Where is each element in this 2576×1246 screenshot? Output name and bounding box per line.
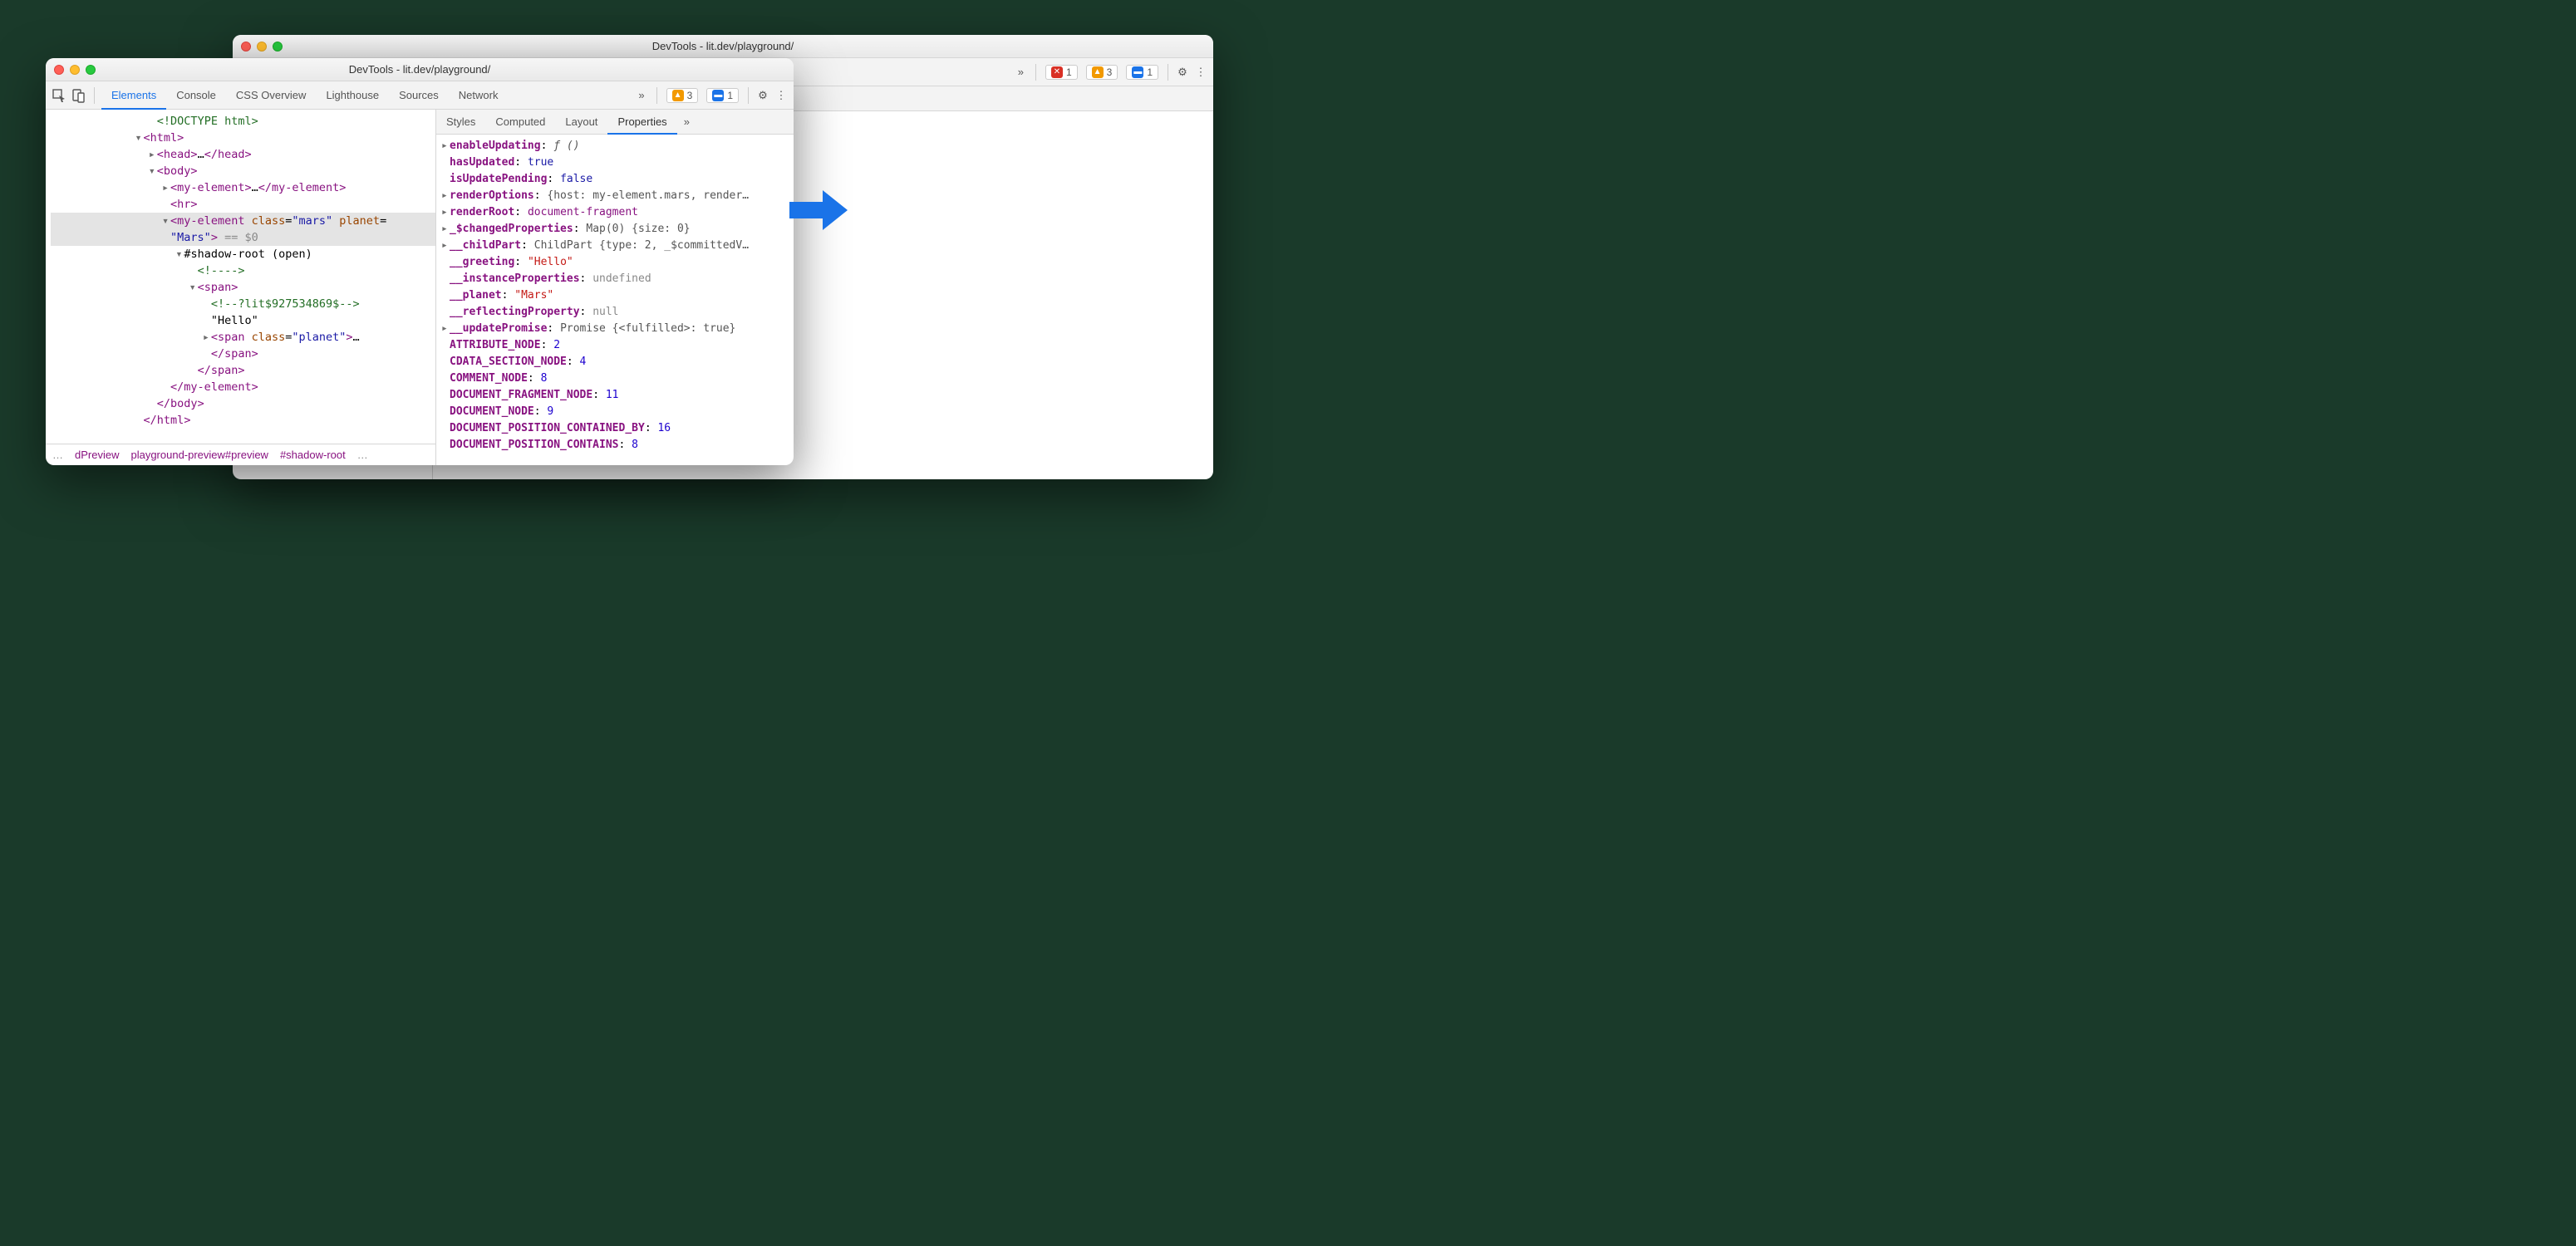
more-tabs-icon[interactable]: »	[1013, 66, 1029, 78]
device-toolbar-icon[interactable]	[71, 87, 87, 104]
dom-node[interactable]: ▾<my-element class="mars" planet=	[51, 213, 435, 229]
dom-node[interactable]: </span>	[51, 362, 435, 379]
warning-badge[interactable]: ▲3	[1086, 65, 1118, 80]
more-menu-icon[interactable]: ⋮	[1193, 66, 1208, 79]
breadcrumb-item[interactable]: playground-preview#preview	[130, 449, 268, 461]
settings-icon[interactable]: ⚙	[1175, 66, 1190, 79]
dom-node[interactable]: "Hello"	[51, 312, 435, 329]
message-count: 1	[727, 90, 733, 101]
warning-count: 3	[1107, 66, 1113, 78]
breadcrumb-overflow[interactable]: …	[357, 449, 368, 461]
property-row[interactable]: DOCUMENT_POSITION_CONTAINED_BY: 16	[441, 420, 789, 437]
properties-list[interactable]: ▸enableUpdating: ƒ () hasUpdated: true i…	[436, 135, 794, 465]
dom-node[interactable]: ▾<span>	[51, 279, 435, 296]
dom-node[interactable]: <!--?lit$927534869$-->	[51, 296, 435, 312]
dom-node[interactable]: <!---->	[51, 262, 435, 279]
tab-css-overview[interactable]: CSS Overview	[226, 81, 317, 110]
dom-node[interactable]: ▾<html>	[51, 130, 435, 146]
window-title: DevTools - lit.dev/playground/	[46, 63, 794, 76]
property-row[interactable]: ▸renderOptions: {host: my-element.mars, …	[441, 188, 789, 204]
property-row[interactable]: ATTRIBUTE_NODE: 2	[441, 337, 789, 354]
breadcrumb[interactable]: … dPreview playground-preview#preview #shad…	[46, 444, 435, 465]
dom-node[interactable]: ▸<my-element>…</my-element>	[51, 179, 435, 196]
subtab-layout[interactable]: Layout	[555, 110, 607, 135]
more-subtabs-icon[interactable]: »	[677, 115, 696, 128]
property-row[interactable]: DOCUMENT_NODE: 9	[441, 404, 789, 420]
property-row[interactable]: ▸renderRoot: document-fragment	[441, 204, 789, 221]
property-row[interactable]: __instanceProperties: undefined	[441, 271, 789, 287]
subtab-properties[interactable]: Properties	[607, 110, 676, 135]
dom-node[interactable]: ▾<body>	[51, 163, 435, 179]
elements-panel: <!DOCTYPE html> ▾<html> ▸<head>…</head> …	[46, 110, 436, 465]
warning-count: 3	[687, 90, 693, 101]
property-row[interactable]: isUpdatePending: false	[441, 171, 789, 188]
property-row[interactable]: DOCUMENT_POSITION_CONTAINS: 8	[441, 437, 789, 454]
message-badge[interactable]: ▬1	[1126, 65, 1158, 80]
property-row[interactable]: ▸__updatePromise: Promise {<fulfilled>: …	[441, 321, 789, 337]
main-toolbar: ElementsConsoleCSS OverviewLighthouseSou…	[46, 81, 794, 110]
property-row[interactable]: __reflectingProperty: null	[441, 304, 789, 321]
dom-node[interactable]: </my-element>	[51, 379, 435, 395]
dom-node[interactable]: </body>	[51, 395, 435, 412]
error-count: 1	[1066, 66, 1072, 78]
tab-elements[interactable]: Elements	[101, 81, 166, 110]
property-row[interactable]: hasUpdated: true	[441, 155, 789, 171]
titlebar[interactable]: DevTools - lit.dev/playground/	[46, 58, 794, 81]
sidebar-tabs: StylesComputedLayoutProperties»	[436, 110, 794, 135]
property-row[interactable]: ▸enableUpdating: ƒ ()	[441, 138, 789, 155]
property-row[interactable]: ▸_$changedProperties: Map(0) {size: 0}	[441, 221, 789, 238]
breadcrumb-item[interactable]: dPreview	[75, 449, 119, 461]
dom-node[interactable]: </html>	[51, 412, 435, 429]
tab-sources[interactable]: Sources	[389, 81, 449, 110]
tab-lighthouse[interactable]: Lighthouse	[316, 81, 389, 110]
property-row[interactable]: __planet: "Mars"	[441, 287, 789, 304]
breadcrumb-item[interactable]: #shadow-root	[280, 449, 346, 461]
separator	[656, 87, 657, 104]
inspect-icon[interactable]	[51, 87, 67, 104]
property-row[interactable]: COMMENT_NODE: 8	[441, 370, 789, 387]
separator	[94, 87, 95, 104]
tab-console[interactable]: Console	[166, 81, 226, 110]
message-count: 1	[1147, 66, 1153, 78]
warning-badge[interactable]: ▲3	[666, 88, 699, 103]
separator	[748, 87, 749, 104]
property-row[interactable]: __greeting: "Hello"	[441, 254, 789, 271]
property-row[interactable]: DOCUMENT_FRAGMENT_NODE: 11	[441, 387, 789, 404]
dom-node[interactable]: ▾#shadow-root (open)	[51, 246, 435, 262]
message-badge[interactable]: ▬1	[706, 88, 739, 103]
dom-node[interactable]: ▸<head>…</head>	[51, 146, 435, 163]
error-badge[interactable]: ✕1	[1045, 65, 1078, 80]
sidebar-properties: StylesComputedLayoutProperties» ▸enableU…	[436, 110, 794, 465]
property-row[interactable]: CDATA_SECTION_NODE: 4	[441, 354, 789, 370]
titlebar[interactable]: DevTools - lit.dev/playground/	[233, 35, 1213, 58]
panel-tabs: ElementsConsoleCSS OverviewLighthouseSou…	[101, 81, 630, 110]
settings-icon[interactable]: ⚙	[755, 89, 770, 102]
dom-node[interactable]: ▸<span class="planet">…	[51, 329, 435, 346]
more-menu-icon[interactable]: ⋮	[774, 89, 789, 102]
more-tabs-icon[interactable]: »	[633, 89, 649, 101]
dom-node[interactable]: </span>	[51, 346, 435, 362]
subtab-computed[interactable]: Computed	[485, 110, 555, 135]
separator	[1035, 64, 1036, 81]
property-row[interactable]: ▸__childPart: ChildPart {type: 2, _$comm…	[441, 238, 789, 254]
dom-node[interactable]: <!DOCTYPE html>	[51, 113, 435, 130]
breadcrumb-overflow[interactable]: …	[52, 449, 63, 461]
tab-network[interactable]: Network	[449, 81, 509, 110]
window-title: DevTools - lit.dev/playground/	[233, 40, 1213, 52]
devtools-window-front: DevTools - lit.dev/playground/ ElementsC…	[46, 58, 794, 465]
dom-node[interactable]: <hr>	[51, 196, 435, 213]
dom-tree[interactable]: <!DOCTYPE html> ▾<html> ▸<head>…</head> …	[46, 110, 435, 444]
subtab-styles[interactable]: Styles	[436, 110, 485, 135]
dom-node[interactable]: "Mars"> == $0	[51, 229, 435, 246]
